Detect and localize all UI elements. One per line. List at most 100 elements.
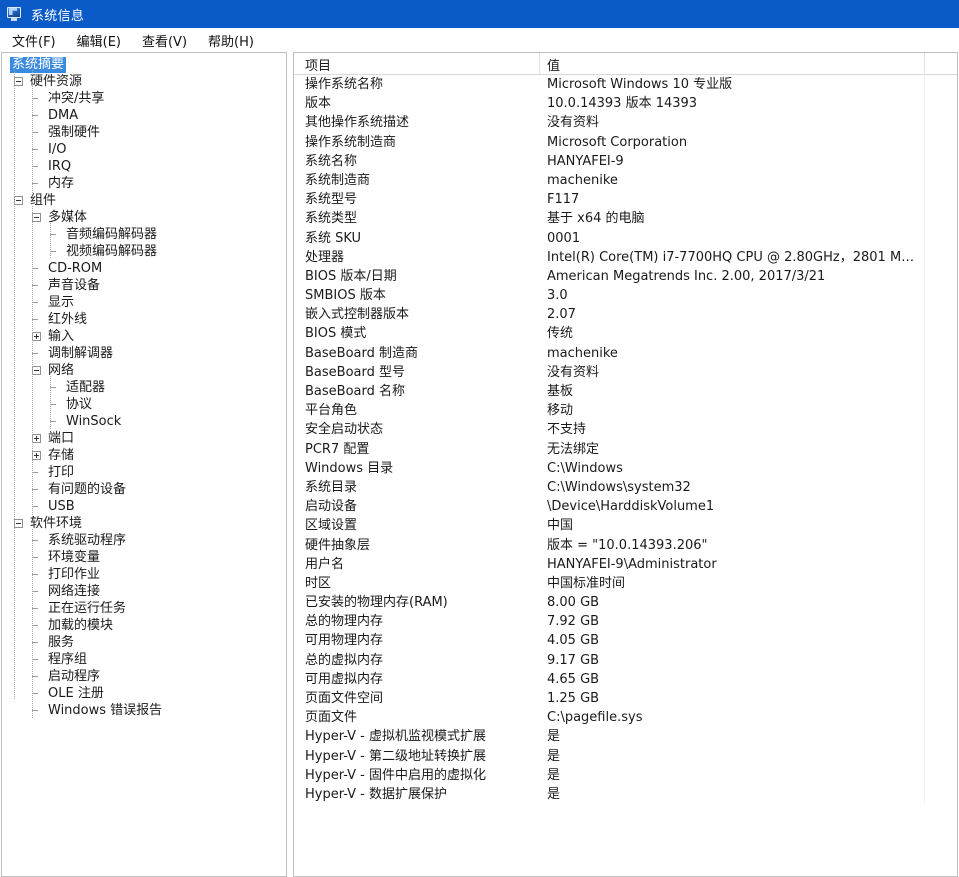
details-row[interactable]: Hyper-V - 固件中启用的虚拟化 是 [294,766,957,785]
tree-node[interactable]: 有问题的设备 [6,481,286,498]
details-row[interactable]: 系统 SKU 0001 [294,229,957,248]
details-row[interactable]: Hyper-V - 虚拟机监视模式扩展 是 [294,727,957,746]
tree-node[interactable]: 加载的模块 [6,617,286,634]
details-row[interactable]: 总的虚拟内存 9.17 GB [294,651,957,670]
expand-icon[interactable] [32,434,41,443]
details-row[interactable]: 总的物理内存 7.92 GB [294,612,957,631]
tree-node[interactable]: 内存 [6,175,286,192]
details-row[interactable]: 可用虚拟内存 4.65 GB [294,670,957,689]
tree-node[interactable]: CD-ROM [6,260,286,277]
details-row[interactable]: Hyper-V - 数据扩展保护 是 [294,785,957,804]
collapse-icon[interactable] [14,77,23,86]
details-row[interactable]: 时区 中国标准时间 [294,574,957,593]
tree-node[interactable]: 系统摘要 [6,56,286,73]
tree-node[interactable]: 端口 [6,430,286,447]
tree-node[interactable]: 显示 [6,294,286,311]
tree-node[interactable]: 启动程序 [6,668,286,685]
details-row[interactable]: Windows 目录 C:\Windows [294,459,957,478]
tree-node[interactable]: 软件环境 [6,515,286,532]
details-row[interactable]: 版本 10.0.14393 版本 14393 [294,94,957,113]
tree-node[interactable]: 协议 [6,396,286,413]
tree-node[interactable]: 强制硬件 [6,124,286,141]
tree-node[interactable]: 系统驱动程序 [6,532,286,549]
tree-node[interactable]: OLE 注册 [6,685,286,702]
collapse-icon[interactable] [14,196,23,205]
tree-node[interactable]: IRQ [6,158,286,175]
details-row[interactable]: Hyper-V - 第二级地址转换扩展 是 [294,747,957,766]
details-row[interactable]: 平台角色 移动 [294,401,957,420]
details-row[interactable]: SMBIOS 版本 3.0 [294,286,957,305]
tree-node[interactable]: Windows 错误报告 [6,702,286,719]
tree-node[interactable]: 正在运行任务 [6,600,286,617]
details-row[interactable]: 系统制造商 machenike [294,171,957,190]
tree-node[interactable]: 组件 [6,192,286,209]
details-row[interactable]: BaseBoard 型号 没有资料 [294,363,957,382]
details-row[interactable]: 硬件抽象层 版本 = "10.0.14393.206" [294,536,957,555]
navigation-tree[interactable]: 系统摘要 硬件资源 冲突/共享 DMA 强制硬件 I/O IRQ 内存 组件 多媒体 音频编码解码器… [2,56,286,719]
tree-node-label: 网络连接 [48,584,101,599]
menu-help[interactable]: 帮助(H) [206,30,256,51]
details-row[interactable]: 页面文件 C:\pagefile.sys [294,708,957,727]
tree-node-label: 硬件资源 [30,74,83,89]
header-divider-2[interactable] [924,53,925,74]
tree-node[interactable]: USB [6,498,286,515]
tree-node[interactable]: 多媒体 [6,209,286,226]
details-row[interactable]: 系统名称 HANYAFEI-9 [294,152,957,171]
tree-node[interactable]: 存储 [6,447,286,464]
tree-node[interactable]: 红外线 [6,311,286,328]
header-divider-1[interactable] [539,53,540,74]
details-row[interactable]: 系统型号 F117 [294,190,957,209]
details-row[interactable]: 已安装的物理内存(RAM) 8.00 GB [294,593,957,612]
tree-node[interactable]: 硬件资源 [6,73,286,90]
tree-node[interactable]: I/O [6,141,286,158]
details-row[interactable]: BaseBoard 名称 基板 [294,382,957,401]
collapse-icon[interactable] [32,213,41,222]
tree-node[interactable]: 声音设备 [6,277,286,294]
tree-node[interactable]: 环境变量 [6,549,286,566]
column-header-value[interactable]: 值 [547,55,560,74]
expand-icon[interactable] [32,332,41,341]
tree-node[interactable]: 服务 [6,634,286,651]
tree-node[interactable]: DMA [6,107,286,124]
details-row[interactable]: BaseBoard 制造商 machenike [294,344,957,363]
tree-node[interactable]: WinSock [6,413,286,430]
details-item-name: 总的物理内存 [305,614,384,630]
details-row[interactable]: PCR7 配置 无法绑定 [294,440,957,459]
tree-node[interactable]: 适配器 [6,379,286,396]
details-row[interactable]: 操作系统制造商 Microsoft Corporation [294,133,957,152]
menu-view[interactable]: 查看(V) [140,30,189,51]
details-row[interactable]: BIOS 模式 传统 [294,324,957,343]
collapse-icon[interactable] [14,519,23,528]
details-row[interactable]: 嵌入式控制器版本 2.07 [294,305,957,324]
tree-node[interactable]: 网络连接 [6,583,286,600]
details-row[interactable]: 其他操作系统描述 没有资料 [294,113,957,132]
details-row[interactable]: 页面文件空间 1.25 GB [294,689,957,708]
tree-node[interactable]: 冲突/共享 [6,90,286,107]
details-row[interactable]: 安全启动状态 不支持 [294,420,957,439]
details-row[interactable]: 系统类型 基于 x64 的电脑 [294,209,957,228]
tree-node[interactable]: 网络 [6,362,286,379]
tree-node[interactable]: 音频编码解码器 [6,226,286,243]
tree-node[interactable]: 视频编码解码器 [6,243,286,260]
tree-node[interactable]: 打印作业 [6,566,286,583]
tree-node[interactable]: 程序组 [6,651,286,668]
menu-file[interactable]: 文件(F) [10,30,58,51]
details-row[interactable]: 用户名 HANYAFEI-9\Administrator [294,555,957,574]
tree-connector-icon [32,672,41,681]
column-header-item[interactable]: 项目 [305,55,331,74]
details-row[interactable]: 可用物理内存 4.05 GB [294,631,957,650]
menu-edit[interactable]: 编辑(E) [75,30,123,51]
details-row[interactable]: 操作系统名称 Microsoft Windows 10 专业版 [294,75,957,94]
expand-icon[interactable] [32,451,41,460]
tree-node[interactable]: 调制解调器 [6,345,286,362]
details-item-name: SMBIOS 版本 [305,288,386,304]
details-row[interactable]: 处理器 Intel(R) Core(TM) i7-7700HQ CPU @ 2.8… [294,248,957,267]
details-row[interactable]: 系统目录 C:\Windows\system32 [294,478,957,497]
details-row[interactable]: BIOS 版本/日期 American Megatrends Inc. 2.00,… [294,267,957,286]
details-item-value: 版本 = "10.0.14393.206" [547,537,708,553]
details-row[interactable]: 区域设置 中国 [294,516,957,535]
collapse-icon[interactable] [32,366,41,375]
details-row[interactable]: 启动设备 \Device\HarddiskVolume1 [294,497,957,516]
tree-node[interactable]: 输入 [6,328,286,345]
tree-node[interactable]: 打印 [6,464,286,481]
